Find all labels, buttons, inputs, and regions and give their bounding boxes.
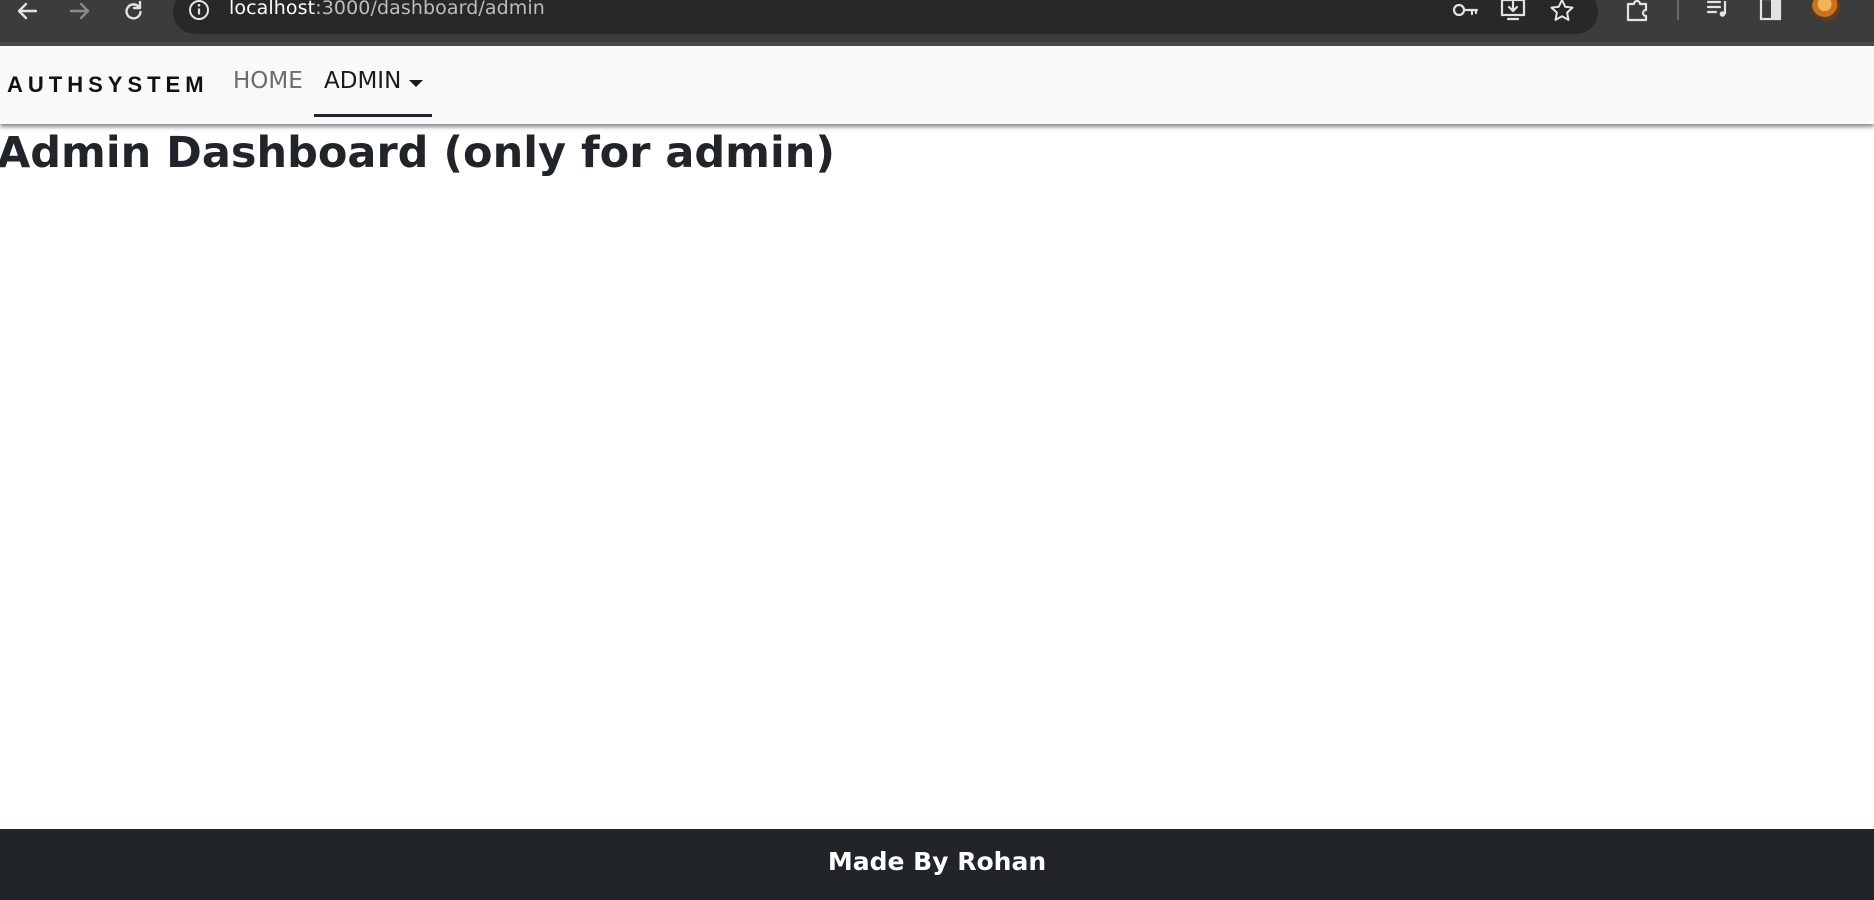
app-navbar: AUTHSYSTEM HOME ADMIN — [0, 46, 1874, 124]
browser-toolbar: localhost:3000/dashboard/admin — [0, 0, 1874, 46]
back-arrow-icon[interactable] — [12, 0, 42, 22]
footer: Made By Rohan — [0, 829, 1874, 900]
brand-logo[interactable]: AUTHSYSTEM — [7, 72, 209, 98]
caret-down-icon — [409, 80, 423, 87]
address-url[interactable]: localhost:3000/dashboard/admin — [229, 0, 545, 19]
star-icon[interactable] — [1549, 0, 1577, 22]
forward-arrow-icon[interactable] — [65, 0, 95, 22]
nav-dropdown-admin[interactable]: ADMIN — [314, 46, 432, 117]
nav-link-admin-label: ADMIN — [324, 68, 402, 94]
key-icon[interactable] — [1452, 0, 1480, 22]
url-host: localhost — [229, 0, 316, 19]
page: localhost:3000/dashboard/admin AUTHSYSTE… — [0, 0, 1874, 900]
url-path: :3000/dashboard/admin — [315, 0, 545, 19]
install-app-icon[interactable] — [1500, 0, 1528, 22]
profile-avatar-icon[interactable] — [1812, 0, 1840, 21]
media-control-icon[interactable] — [1705, 0, 1733, 22]
page-title: Admin Dashboard (only for admin) — [0, 128, 835, 178]
extensions-icon[interactable] — [1624, 0, 1652, 22]
footer-text: Made By Rohan — [827, 846, 1047, 876]
toolbar-separator — [1677, 0, 1679, 20]
side-panel-icon[interactable] — [1759, 0, 1787, 22]
site-info-icon[interactable] — [188, 0, 210, 21]
nav-link-home[interactable]: HOME — [233, 68, 303, 94]
reload-icon[interactable] — [118, 0, 148, 22]
